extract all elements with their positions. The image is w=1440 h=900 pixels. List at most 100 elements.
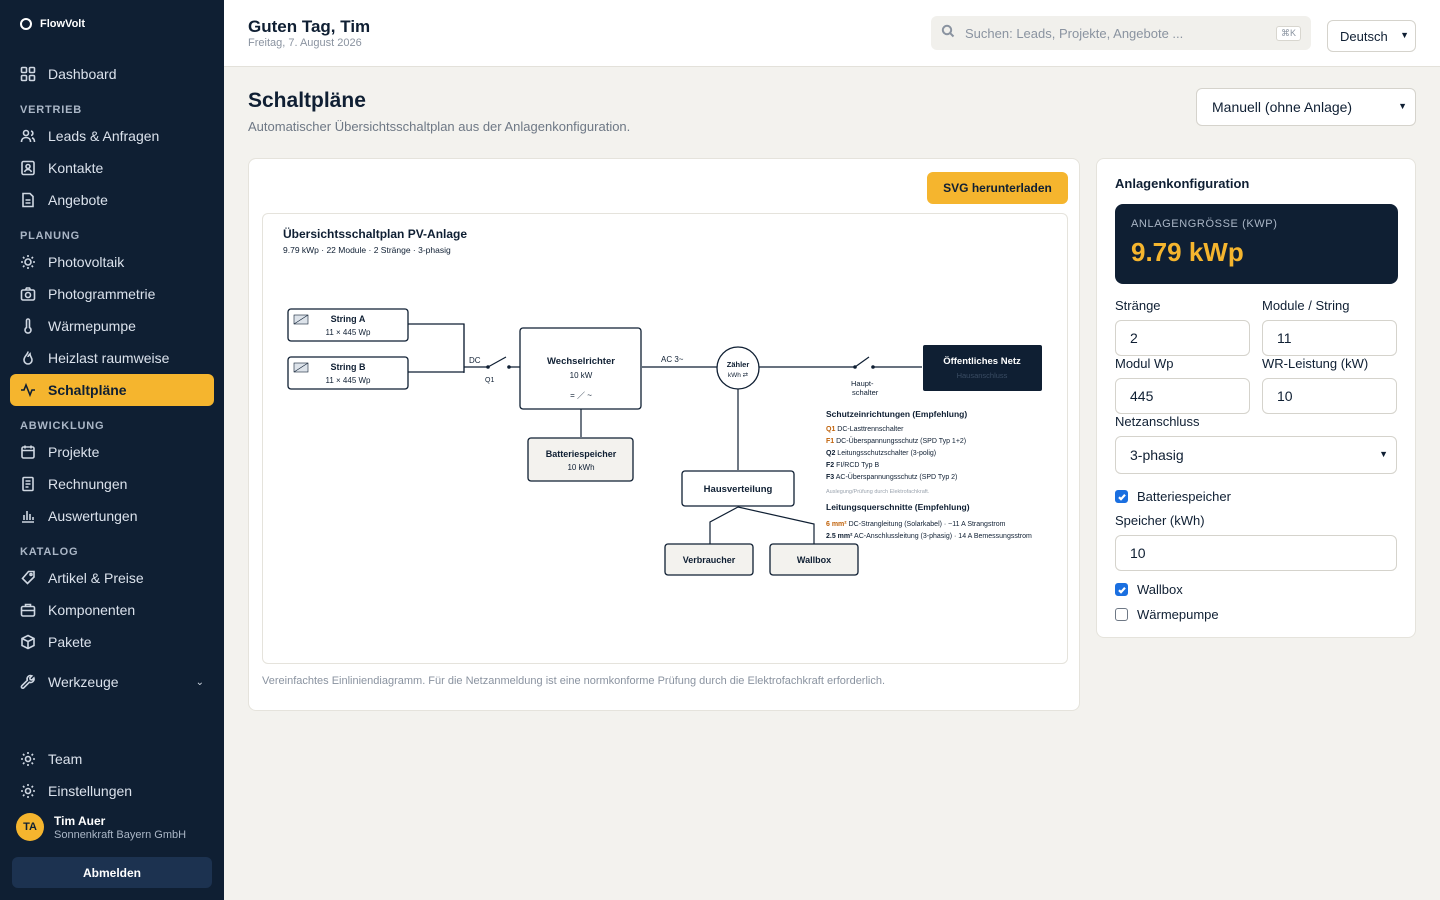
briefcase-icon	[20, 602, 36, 618]
main-switch-label-2: schalter	[852, 388, 879, 397]
settings-icon	[20, 783, 36, 799]
config-title: Anlagenkonfiguration	[1115, 176, 1250, 191]
sidebar-item-leads[interactable]: Leads & Anfragen	[10, 120, 214, 152]
user-profile[interactable]: TA Tim Auer Sonnenkraft Bayern GmbH	[16, 813, 186, 841]
search-input[interactable]	[965, 25, 1266, 41]
sidebar-item-kontakte[interactable]: Kontakte	[10, 152, 214, 184]
module-wp-label: Modul Wp	[1115, 356, 1174, 371]
user-name: Tim Auer	[54, 813, 106, 828]
tag-icon	[20, 570, 36, 586]
sidebar-item-label: Wärmepumpe	[48, 318, 136, 334]
grid-connection-select[interactable]: 3-phasig ▼	[1115, 436, 1397, 474]
contact-card-icon	[20, 160, 36, 176]
calendar-icon	[20, 444, 36, 460]
download-svg-button[interactable]: SVG herunterladen	[927, 172, 1068, 204]
section-abwicklung: ABWICKLUNG	[20, 420, 105, 432]
protection-item: Q2 Leitungsschutzschalter (3-polig)	[826, 450, 936, 457]
sidebar: FlowVolt Dashboard VERTRIEB Leads & Anfr…	[0, 0, 224, 900]
ac-label: AC 3~	[661, 355, 684, 364]
sidebar-item-angebote[interactable]: Angebote	[10, 184, 214, 216]
protection-note: Auslegung/Prüfung durch Elektrofachkraft…	[826, 489, 930, 495]
sidebar-item-label: Auswertungen	[48, 508, 138, 524]
user-company: Sonnenkraft Bayern GmbH	[54, 828, 187, 841]
brand-logo[interactable]: FlowVolt	[20, 18, 85, 30]
modules-label: Module / String	[1262, 298, 1350, 313]
inverter-power-input[interactable]	[1262, 378, 1397, 414]
kpi-label: ANLAGENGRÖSSE (KWP)	[1131, 218, 1278, 230]
invoice-icon	[20, 476, 36, 492]
protection-title: Schutzeinrichtungen (Empfehlung)	[826, 409, 967, 419]
sidebar-item-rechnungen[interactable]: Rechnungen	[10, 468, 214, 500]
sidebar-item-projekte[interactable]: Projekte	[10, 436, 214, 468]
activity-icon	[20, 382, 36, 398]
heatpump-checkbox[interactable]: Wärmepumpe	[1115, 607, 1219, 622]
sidebar-item-label: Photogrammetrie	[48, 286, 156, 302]
greeting: Guten Tag, Tim	[248, 17, 371, 36]
cable-item: 2.5 mm² AC-Anschlussleitung (3-phasig) ·…	[826, 533, 1032, 540]
protection-item: Q1 DC-Lasttrennschalter	[826, 426, 904, 433]
sidebar-item-einstellungen[interactable]: Einstellungen	[10, 775, 214, 807]
users-icon	[20, 128, 36, 144]
kpi-value: 9.79 kWp	[1131, 237, 1244, 267]
checkbox-unchecked-icon[interactable]	[1115, 608, 1128, 621]
strings-label: Stränge	[1115, 298, 1161, 313]
sidebar-item-label: Photovoltaik	[48, 254, 125, 270]
sidebar-item-label: Artikel & Preise	[48, 570, 144, 586]
sidebar-item-photovoltaik[interactable]: Photovoltaik	[10, 246, 214, 278]
sidebar-item-schaltplaene[interactable]: Schaltpläne	[10, 374, 214, 406]
page-title: Schaltpläne	[248, 89, 366, 112]
consumer-name: Verbraucher	[683, 555, 736, 565]
global-search[interactable]: ⌘K	[931, 16, 1311, 50]
diagram-footnote: Vereinfachtes Einliniendiagramm. Für die…	[262, 675, 886, 687]
wallbox-box: Wallbox	[769, 543, 859, 576]
inverter-power-label: WR-Leistung (kW)	[1262, 356, 1369, 371]
grid-icon	[20, 66, 36, 82]
sidebar-item-werkzeuge[interactable]: Werkzeuge ⌄	[10, 666, 214, 698]
sidebar-item-label: Dashboard	[48, 66, 117, 82]
sun-icon	[20, 254, 36, 270]
battery-name: Batteriespeicher	[546, 449, 617, 459]
sidebar-item-dashboard[interactable]: Dashboard	[10, 58, 214, 90]
battery-box: Batteriespeicher 10 kWh	[527, 437, 634, 482]
section-vertrieb: VERTRIEB	[20, 104, 83, 116]
section-katalog: KATALOG	[20, 546, 79, 558]
sidebar-item-artikel[interactable]: Artikel & Preise	[10, 562, 214, 594]
battery-capacity: 10 kWh	[567, 463, 594, 472]
sidebar-item-team[interactable]: Team	[10, 743, 214, 775]
meter-name: Zähler	[727, 360, 750, 369]
wallbox-checkbox-label: Wallbox	[1137, 582, 1183, 597]
plant-mode-select[interactable]: Manuell (ohne Anlage) ▼	[1196, 88, 1416, 126]
sidebar-item-label: Pakete	[48, 634, 92, 650]
avatar: TA	[16, 813, 44, 841]
schematic-frame: Übersichtsschaltplan PV-Anlage 9.79 kWp …	[262, 213, 1068, 664]
string-b-box: String B 11 × 445 Wp	[287, 356, 409, 390]
page-subtitle: Automatischer Übersichtsschaltplan aus d…	[248, 119, 631, 134]
language-select[interactable]: Deutsch ▼	[1327, 20, 1416, 52]
cable-list: Leitungsquerschnitte (Empfehlung) 6 mm² …	[826, 502, 1032, 540]
sidebar-item-label: Schaltpläne	[48, 382, 127, 398]
battery-checkbox-label: Batteriespeicher	[1137, 489, 1231, 504]
sidebar-item-waermepumpe[interactable]: Wärmepumpe	[10, 310, 214, 342]
diagram-title: Übersichtsschaltplan PV-Anlage	[283, 226, 467, 241]
battery-checkbox[interactable]: Batteriespeicher	[1115, 489, 1231, 504]
sidebar-item-komponenten[interactable]: Komponenten	[10, 594, 214, 626]
string-a-box: String A 11 × 445 Wp	[287, 308, 409, 342]
checkbox-checked-icon[interactable]	[1115, 583, 1128, 596]
storage-input[interactable]	[1115, 535, 1397, 571]
sidebar-item-label: Kontakte	[48, 160, 104, 176]
module-wp-input[interactable]	[1115, 378, 1250, 414]
checkbox-checked-icon[interactable]	[1115, 490, 1128, 503]
protection-list: Schutzeinrichtungen (Empfehlung) Q1 DC-L…	[826, 409, 967, 495]
language-value: Deutsch	[1340, 28, 1388, 44]
sidebar-item-heizlast[interactable]: Heizlast raumweise	[10, 342, 214, 374]
modules-input[interactable]	[1262, 320, 1397, 356]
chevron-down-icon: ▼	[1398, 101, 1407, 111]
logout-button[interactable]: Abmelden	[12, 857, 212, 888]
sidebar-item-auswertungen[interactable]: Auswertungen	[10, 500, 214, 532]
sidebar-item-photogrammetrie[interactable]: Photogrammetrie	[10, 278, 214, 310]
brand-name: FlowVolt	[40, 18, 86, 30]
sidebar-item-pakete[interactable]: Pakete	[10, 626, 214, 658]
string-b-name: String B	[331, 362, 366, 372]
strings-input[interactable]	[1115, 320, 1250, 356]
wallbox-checkbox[interactable]: Wallbox	[1115, 582, 1183, 597]
